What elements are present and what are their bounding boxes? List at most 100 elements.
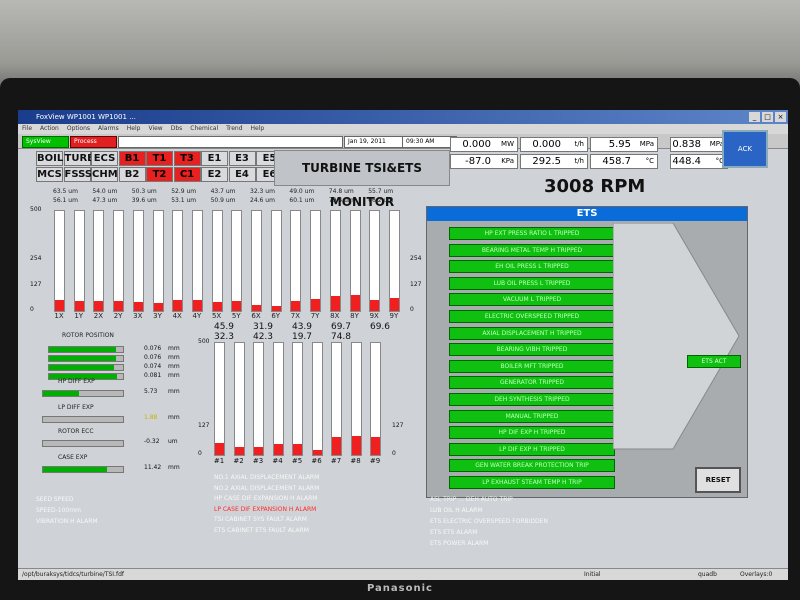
bar-value-bottom: 24.6 um: [250, 197, 275, 204]
nav-button-t2[interactable]: T2: [146, 167, 173, 182]
ets-trip-item[interactable]: BOILER MFT TRIPPED: [449, 359, 615, 373]
bar-9y: [389, 297, 399, 311]
bar-label: 6X: [251, 312, 261, 320]
menu-item[interactable]: Alarms: [98, 125, 119, 132]
reset-button[interactable]: RESET: [695, 467, 741, 493]
menu-item[interactable]: Help: [251, 125, 265, 132]
ets-trip-item[interactable]: GEN WATER BREAK PROTECTION TRIP: [449, 459, 615, 473]
alarm-text: TSI CABINET SYS FAULT ALARM: [214, 516, 307, 523]
bar-value-top: 43.9: [291, 322, 313, 332]
nav-button-e1[interactable]: E1: [201, 151, 228, 166]
command-field[interactable]: [118, 136, 343, 148]
bar-label: 4X: [172, 312, 182, 320]
y-tick-label: 127: [30, 280, 42, 288]
bar-value-top: 49.0 um: [289, 188, 315, 195]
nav-button-ecs[interactable]: ECS: [91, 151, 118, 166]
ets-trip-item[interactable]: LP EXHAUST STEAM TEMP H TRIP: [449, 476, 615, 489]
ets-trip-item[interactable]: LP DIF EXP H TRIPPED: [449, 442, 615, 456]
bar-bearing-7: [332, 436, 341, 455]
bar-value-bottom: 66.2 um: [368, 197, 394, 204]
ets-trip-item[interactable]: GENERATOR TRIPPED: [449, 376, 615, 390]
ets-trip-item[interactable]: HP EXT PRESS RATIO L TRIPPED: [449, 227, 615, 240]
wall-background: [0, 0, 800, 90]
hp-fill: [43, 391, 79, 396]
nav-button-boil[interactable]: BOIL: [36, 151, 63, 166]
ets-trip-item[interactable]: VACUUM L TRIPPED: [449, 293, 615, 307]
readout-value: 5.95: [608, 139, 631, 150]
ets-trip-item[interactable]: HP DIF EXP H TRIPPED: [449, 426, 615, 440]
close-icon[interactable]: ×: [775, 112, 786, 122]
ets-trip-item[interactable]: DEH SYNTHESIS TRIPPED: [449, 393, 615, 406]
bar-value-top: 31.9: [252, 322, 274, 332]
ack-button[interactable]: ACK: [722, 130, 768, 168]
nav-button-e3[interactable]: E3: [228, 151, 256, 166]
ets-panel: ETS HP EXT PRESS RATIO L TRIPPED BEARING …: [426, 206, 748, 498]
menu-item[interactable]: View: [148, 125, 162, 132]
ets-trip-item[interactable]: ELECTRIC OVERSPEED TRIPPED: [449, 310, 615, 323]
menu-item[interactable]: File: [22, 125, 32, 132]
bar-value-bottom: 74.8: [330, 332, 352, 342]
bar-4x: [173, 300, 183, 311]
nav-button-b1[interactable]: B1: [118, 151, 146, 166]
ets-trip-item[interactable]: AXIAL DISPLACEMENT H TRIPPED: [449, 326, 615, 340]
nav-button-t3[interactable]: T3: [173, 151, 201, 166]
nav-button-fsss[interactable]: FSSS: [63, 167, 92, 182]
rotor-position-value: 0.076: [144, 354, 162, 361]
rotor-position-value: 0.074: [144, 363, 162, 370]
bar-4y: [192, 300, 202, 311]
bar-label: #1: [213, 457, 225, 465]
bar-value-bottom: 32.3: [213, 332, 235, 342]
bar-track: [251, 210, 262, 312]
ets-trip-item[interactable]: LUB OIL PRESS L TRIPPED: [449, 276, 615, 290]
y-tick-label: 500: [198, 338, 210, 345]
lp-unit: mm: [168, 414, 180, 421]
menu-item[interactable]: Action: [40, 125, 59, 132]
bar-6x: [252, 304, 261, 311]
process-button[interactable]: Process: [70, 136, 117, 148]
maximize-icon[interactable]: □: [762, 112, 773, 122]
readout-box: 0.000 t/h: [520, 137, 588, 152]
alarm-text: ETS CABINET ETS FAULT ALARM: [214, 526, 309, 534]
nav-button-b2[interactable]: B2: [118, 167, 146, 182]
nav-button-e4[interactable]: E4: [228, 167, 256, 182]
ets-trip-item[interactable]: BEARING METAL TEMP H TRIPPED: [449, 243, 615, 257]
nav-button-mcs[interactable]: MCS: [36, 167, 63, 182]
bar-label: #7: [330, 457, 342, 465]
nav-button-turb[interactable]: TURB: [63, 151, 95, 166]
readout-box: -87.0 KPa: [450, 154, 518, 169]
ets-trip-item[interactable]: MANUAL TRIPPED: [449, 409, 615, 423]
ets-act-indicator: ETS ACT: [687, 355, 741, 368]
rotor-position-unit: mm: [168, 363, 180, 370]
menu-item[interactable]: Chemical: [190, 125, 218, 132]
alarm-text: ETS POWER ALARM: [430, 540, 489, 547]
bar-8y: [350, 295, 360, 311]
sysview-button[interactable]: SysView: [22, 136, 69, 148]
nav-button-c1[interactable]: C1: [173, 167, 201, 182]
nav-button-t1[interactable]: T1: [146, 151, 173, 166]
nav-button-e2[interactable]: E2: [201, 167, 228, 182]
bar-track: [350, 342, 362, 456]
bar-6y: [271, 306, 281, 311]
bar-value-top: 69.6: [369, 322, 391, 332]
bar-track: [329, 210, 341, 312]
bar-value-bottom: 60.1 um: [289, 197, 315, 204]
menu-item[interactable]: Trend: [226, 125, 242, 132]
bar-8x: [330, 296, 340, 311]
bar-track: [369, 210, 381, 312]
bar-2x: [94, 301, 104, 311]
readout-value: 0.838: [672, 139, 701, 150]
nav-button-chm[interactable]: CHM: [91, 167, 118, 182]
readout-unit: t/h: [574, 157, 584, 165]
ets-trip-item[interactable]: EH OIL PRESS L TRIPPED: [449, 260, 615, 274]
bar-value-bottom: 42.3: [252, 332, 274, 342]
lp-bar: [42, 416, 124, 423]
menu-item[interactable]: Help: [127, 125, 141, 132]
bar-1x: [55, 300, 64, 311]
menu-item[interactable]: Options: [67, 125, 90, 132]
minimize-icon[interactable]: _: [749, 112, 760, 122]
menu-item[interactable]: Dbs: [171, 125, 183, 132]
bar-track: [233, 342, 245, 456]
rotor-position-value: 0.081: [144, 372, 162, 379]
ets-trip-item[interactable]: BEARING VIBH TRIPPED: [449, 343, 615, 357]
bar-value-top: 50.3 um: [131, 188, 157, 195]
